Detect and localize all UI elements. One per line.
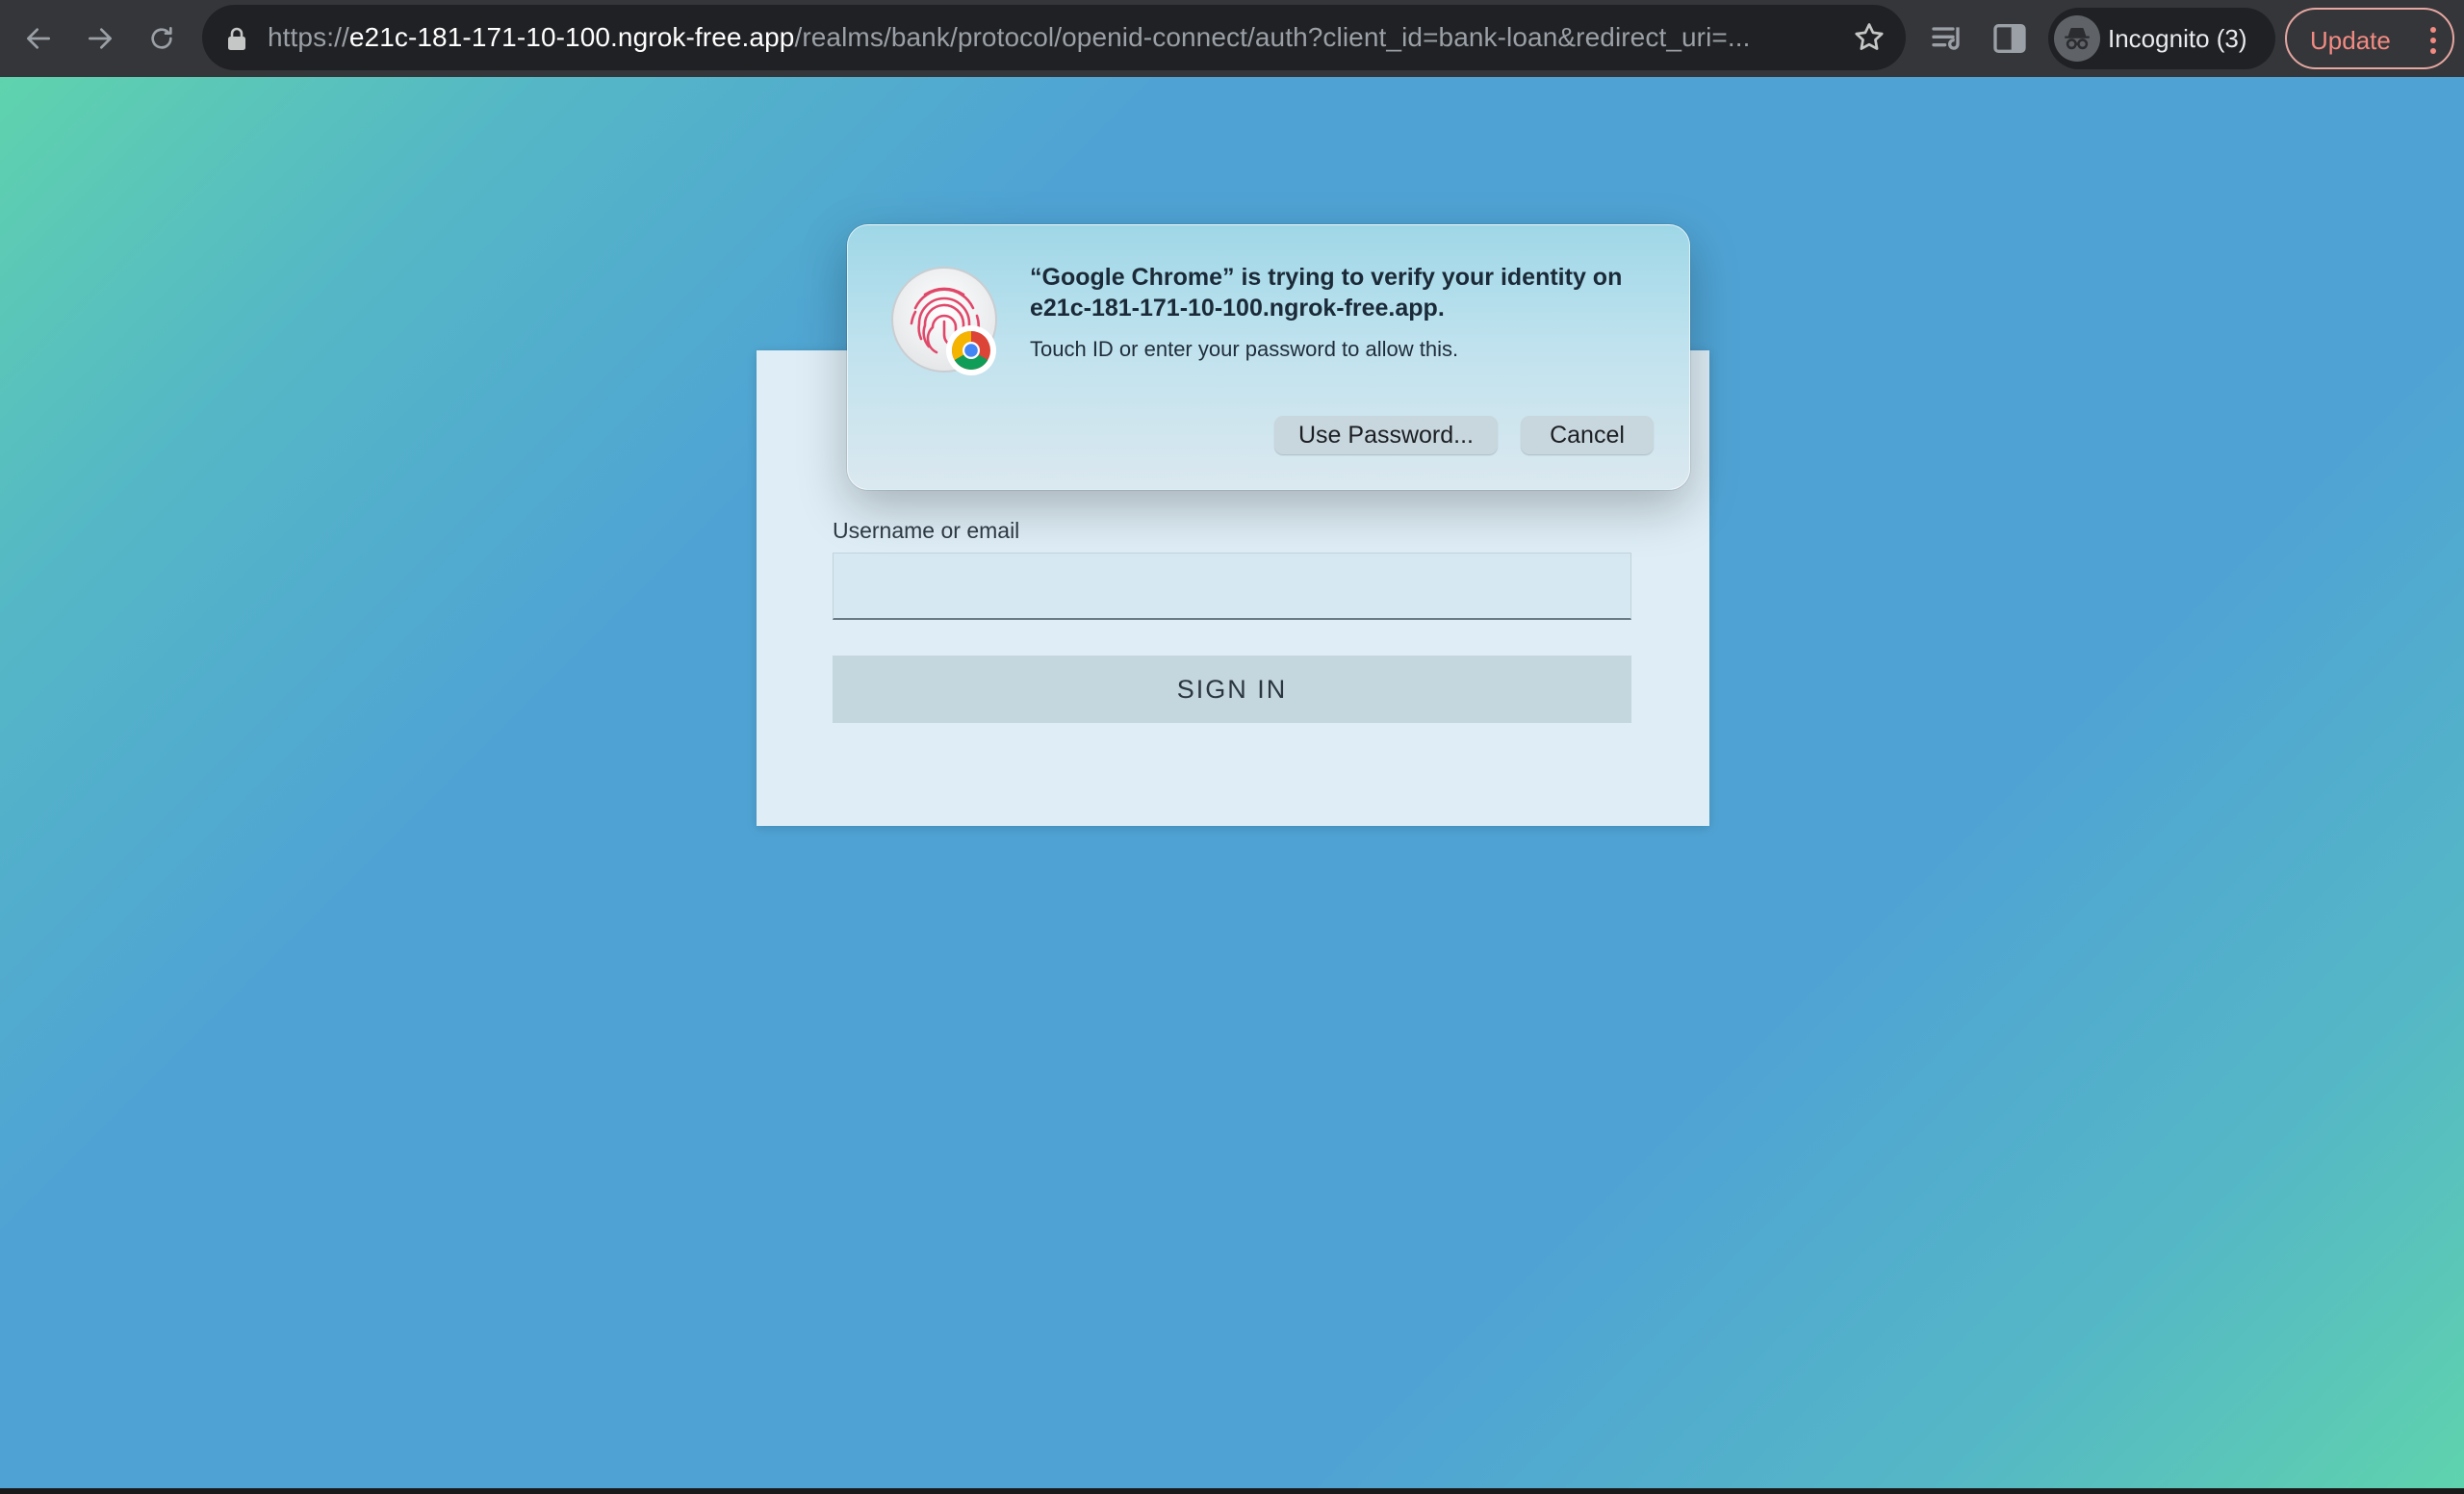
kebab-menu-icon[interactable] xyxy=(2429,27,2437,54)
back-button[interactable] xyxy=(15,15,62,62)
incognito-indicator[interactable]: Incognito (3) xyxy=(2048,8,2275,69)
side-panel-icon[interactable] xyxy=(1990,19,2029,58)
chrome-logo-icon xyxy=(946,325,996,375)
username-label: Username or email xyxy=(833,518,1020,543)
dialog-title: “Google Chrome” is trying to verify your… xyxy=(1030,264,1623,322)
reload-button[interactable] xyxy=(139,15,185,62)
touch-id-fingerprint-icon xyxy=(891,267,997,375)
address-bar[interactable]: https://e21c-181-171-10-100.ngrok-free.a… xyxy=(202,5,1906,70)
use-password-button[interactable]: Use Password... xyxy=(1274,416,1498,454)
update-label: Update xyxy=(2310,26,2391,55)
incognito-label: Incognito (3) xyxy=(2108,24,2247,53)
url-path: /realms/bank/protocol/openid-connect/aut… xyxy=(794,22,1751,52)
url-text[interactable]: https://e21c-181-171-10-100.ngrok-free.a… xyxy=(268,21,1846,54)
reload-icon xyxy=(151,27,172,49)
star-icon[interactable] xyxy=(1852,20,1886,55)
sign-in-button[interactable]: SIGN IN xyxy=(833,656,1631,723)
arrow-right-icon xyxy=(89,28,112,49)
dialog-message: Touch ID or enter your password to allow… xyxy=(1030,337,1459,361)
touch-id-dialog: “Google Chrome” is trying to verify your… xyxy=(847,224,1690,490)
url-host: e21c-181-171-10-100.ngrok-free.app xyxy=(348,22,795,52)
media-queue-icon[interactable] xyxy=(1929,19,1967,58)
username-input[interactable] xyxy=(833,553,1631,620)
window-bottom-edge xyxy=(0,1488,2464,1494)
incognito-icon xyxy=(2054,15,2100,62)
cancel-button[interactable]: Cancel xyxy=(1521,416,1654,454)
arrow-left-icon xyxy=(27,28,50,49)
update-button[interactable]: Update xyxy=(2285,8,2454,69)
browser-toolbar: https://e21c-181-171-10-100.ngrok-free.a… xyxy=(0,0,2464,77)
url-scheme: https:// xyxy=(268,22,349,52)
lock-icon[interactable] xyxy=(225,26,248,51)
forward-button[interactable] xyxy=(77,15,123,62)
